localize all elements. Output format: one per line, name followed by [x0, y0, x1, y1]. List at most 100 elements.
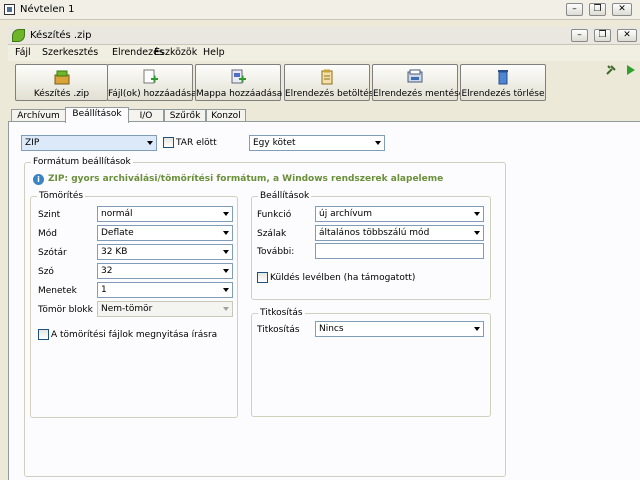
- save-layout-label: Elrendezés mentése: [373, 89, 465, 99]
- delete-layout-button[interactable]: Elrendezés törlése: [460, 64, 546, 101]
- format-info-text: ZIP: gyors archiválási/tömörítési formát…: [48, 174, 444, 184]
- encryption-select[interactable]: Nincs: [315, 321, 484, 337]
- word-value: 32: [101, 266, 113, 276]
- tab-strip: Archívum Beállítások I/O Szűrők Konzol: [8, 107, 640, 123]
- save-layout-button[interactable]: Elrendezés mentése: [372, 64, 465, 101]
- info-icon: i: [33, 174, 44, 185]
- passes-label: Menetek: [38, 286, 77, 296]
- format-select[interactable]: ZIP: [21, 135, 157, 151]
- format-settings-title: Formátum beállítások: [31, 157, 133, 167]
- chevron-down-icon: [474, 212, 480, 216]
- format-value: ZIP: [25, 138, 40, 148]
- load-layout-label: Elrendezés betöltése: [285, 89, 380, 99]
- volume-value: Egy kötet: [253, 138, 296, 148]
- chevron-down-icon: [223, 231, 229, 235]
- more-input[interactable]: [315, 243, 484, 259]
- add-folder-label: Mappa hozzáadása: [196, 89, 283, 99]
- app-title: Készítés .zip: [30, 30, 92, 41]
- function-label: Funkció: [257, 210, 292, 220]
- method-select[interactable]: Deflate: [97, 225, 233, 241]
- tar-before-checkbox[interactable]: [163, 137, 174, 148]
- email-label: Küldés levélben (ha támogatott): [270, 273, 416, 283]
- tab-settings[interactable]: Beállítások: [65, 107, 129, 123]
- add-files-label: Fájl(ok) hozzáadása: [108, 89, 197, 99]
- threads-value: általános többszálú mód: [319, 228, 430, 238]
- tools-icon[interactable]: [605, 64, 617, 76]
- minimize-icon: –: [577, 30, 582, 40]
- passes-value: 1: [101, 285, 107, 295]
- delete-layout-label: Elrendezés törlése: [461, 89, 545, 99]
- dictionary-select[interactable]: 32 KB: [97, 244, 233, 260]
- outer-window-title: Névtelen 1: [20, 4, 75, 15]
- menu-file[interactable]: Fájl: [15, 47, 31, 58]
- solid-block-label: Tömör blokk: [38, 305, 93, 315]
- level-label: Szint: [38, 210, 61, 220]
- method-label: Mód: [38, 229, 57, 239]
- chevron-down-icon: [375, 141, 381, 145]
- threads-select[interactable]: általános többszálú mód: [315, 225, 484, 241]
- app-minimize-button[interactable]: –: [571, 29, 588, 42]
- chevron-down-icon: [223, 212, 229, 216]
- maximize-button[interactable]: ❐: [589, 3, 606, 16]
- toolbar: Készítés .zip Fájl(ok) hozzáadása Mappa …: [8, 61, 640, 103]
- chevron-down-icon: [474, 327, 480, 331]
- app-close-button[interactable]: ✕: [617, 29, 637, 42]
- chevron-down-icon: [223, 288, 229, 292]
- dictionary-label: Szótár: [38, 248, 67, 258]
- restore-icon: ❐: [593, 4, 602, 14]
- close-icon: ✕: [623, 30, 631, 40]
- menu-help[interactable]: Help: [203, 47, 225, 58]
- archive-create-icon: [54, 70, 69, 85]
- dictionary-value: 32 KB: [101, 247, 128, 257]
- app-title-bar: Készítés .zip – ❐ ✕: [8, 27, 640, 45]
- add-files-button[interactable]: Fájl(ok) hozzáadása: [107, 64, 197, 101]
- load-layout-button[interactable]: Elrendezés betöltése: [284, 64, 380, 101]
- function-select[interactable]: új archívum: [315, 206, 484, 222]
- minimize-icon: –: [572, 4, 577, 14]
- add-folder-icon: [231, 69, 246, 84]
- leaf-icon: [12, 29, 25, 42]
- level-value: normál: [101, 209, 133, 219]
- add-folder-button[interactable]: Mappa hozzáadása: [195, 64, 283, 101]
- word-label: Szó: [38, 267, 54, 277]
- email-checkbox[interactable]: [257, 272, 268, 283]
- encryption-value: Nincs: [319, 324, 344, 334]
- encryption-label: Titkosítás: [257, 325, 300, 335]
- menu-edit[interactable]: Szerkesztés: [42, 47, 98, 58]
- chevron-down-icon: [223, 269, 229, 273]
- function-value: új archívum: [319, 209, 373, 219]
- chevron-down-icon: [223, 307, 229, 311]
- settings-panel: ZIP TAR elött Egy kötet Formátum beállít…: [8, 121, 640, 480]
- save-layout-icon: [407, 69, 423, 83]
- level-select[interactable]: normál: [97, 206, 233, 222]
- add-file-icon: [143, 69, 158, 84]
- create-zip-label: Készítés .zip: [33, 89, 90, 99]
- encryption-title: Titkosítás: [258, 308, 305, 318]
- tar-before-label: TAR elött: [176, 138, 217, 148]
- open-writable-checkbox[interactable]: [38, 329, 49, 340]
- close-button[interactable]: ✕: [612, 3, 632, 16]
- solid-block-value: Nem-tömör: [101, 304, 153, 314]
- open-writable-label: A tömörítési fájlok megnyitása írásra: [51, 330, 218, 340]
- word-select[interactable]: 32: [97, 263, 233, 279]
- app-maximize-button[interactable]: ❐: [594, 29, 611, 42]
- outer-title-bar: Névtelen 1 – ❐ ✕: [0, 0, 640, 20]
- settings-title: Beállítások: [258, 191, 312, 201]
- close-icon: ✕: [618, 4, 626, 14]
- restore-icon: ❐: [598, 30, 607, 40]
- play-icon[interactable]: [625, 64, 636, 76]
- passes-select[interactable]: 1: [97, 282, 233, 298]
- menu-bar: Fájl Szerkesztés Elrendezés Eszközök Hel…: [8, 45, 640, 61]
- solid-block-select[interactable]: Nem-tömör: [97, 301, 233, 317]
- volume-select[interactable]: Egy kötet: [249, 135, 385, 151]
- chevron-down-icon: [474, 231, 480, 235]
- document-icon: [4, 4, 15, 15]
- method-value: Deflate: [101, 228, 134, 238]
- create-zip-button[interactable]: Készítés .zip: [15, 64, 108, 101]
- menu-tools[interactable]: Eszközök: [154, 47, 197, 58]
- delete-layout-icon: [498, 70, 508, 85]
- chevron-down-icon: [223, 250, 229, 254]
- compression-title: Tömörítés: [37, 191, 86, 201]
- minimize-button[interactable]: –: [566, 3, 583, 16]
- load-layout-icon: [321, 69, 333, 85]
